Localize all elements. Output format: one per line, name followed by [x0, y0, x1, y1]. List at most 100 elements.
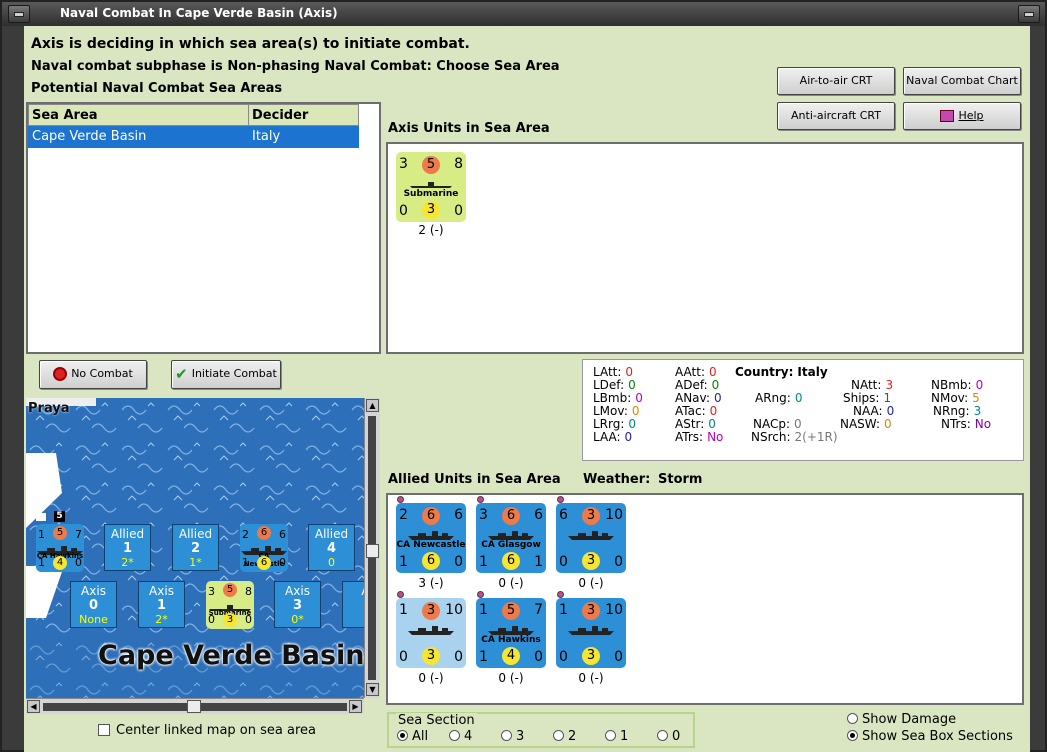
show-sections-label: Show Sea Box Sections [862, 729, 1013, 744]
show-sea-box-sections-radio[interactable]: Show Sea Box Sections [847, 729, 1013, 744]
decider-cell[interactable]: Italy [248, 125, 359, 148]
sea-box-section[interactable]: Axis 1 2* [138, 581, 185, 628]
sea-section-radio[interactable]: 4 [449, 729, 472, 744]
sea-name-label: Cape Verde Basin [98, 640, 364, 671]
sea-section-option-label: 3 [516, 729, 525, 744]
sea-section-radio[interactable]: 2 [553, 729, 576, 744]
ship-silhouette [566, 527, 616, 540]
unit-counter[interactable]: 1 5 7 CA Hawkins 1 4 0 [476, 598, 546, 668]
help-button[interactable]: Help [903, 102, 1021, 130]
sea-box-number: 1 [122, 541, 133, 556]
checkmark-icon: ✔ [175, 365, 188, 383]
sea-box-section[interactable]: A [342, 581, 364, 628]
sea-area-column-header[interactable]: Sea Area [28, 104, 249, 126]
unit-counter[interactable]: 266CA Newcastle160 [240, 524, 288, 572]
unit-status: 0 (-) [498, 671, 524, 685]
sea-box-number: 2 [190, 541, 201, 556]
stat-value: 0 [884, 417, 892, 431]
unit-counter[interactable]: 1 5 7 CA Hawkins 1 4 0 [36, 524, 84, 572]
move-value: 6 [422, 507, 440, 525]
sea-box-section[interactable]: Allied 4 0 [308, 524, 355, 571]
unit-counter[interactable]: 266CA Newcastle160 [396, 503, 466, 573]
show-damage-radio[interactable]: Show Damage [847, 712, 956, 727]
defense-value: 6 [422, 552, 440, 570]
scroll-up-icon[interactable]: ▲ [366, 399, 379, 412]
map-horizontal-scrollbar[interactable]: ◀ ▶ [26, 698, 364, 714]
sea-area-list[interactable]: Sea Area Decider Cape Verde Basin Italy [26, 102, 381, 354]
range-value: 6 [279, 528, 286, 541]
scroll-left-icon[interactable]: ◀ [27, 700, 40, 713]
weather-value: Storm [658, 472, 703, 487]
center-linked-label: Center linked map on sea area [116, 723, 316, 738]
asw-value: 0 [245, 613, 252, 626]
attack-value: 3 [208, 585, 215, 598]
flag-icon [36, 513, 46, 521]
title-bar[interactable]: Naval Combat In Cape Verde Basin (Axis) [2, 2, 1045, 26]
warship-icon [568, 626, 614, 635]
unit-status: 2 (-) [418, 223, 444, 237]
sea-section-radio[interactable]: 0 [657, 729, 680, 744]
show-damage-label: Show Damage [862, 712, 957, 727]
restore-glyph-icon [1024, 12, 1034, 17]
unit-name: Submarine [403, 189, 459, 199]
unit-counter[interactable]: 6 3 10 0 3 0 [556, 503, 626, 573]
table-row[interactable]: Cape Verde Basin Italy [28, 125, 359, 148]
stat-label: NACp: [753, 417, 791, 431]
no-combat-label: No Combat [71, 367, 133, 380]
stat-item: LAA: 0 [593, 431, 632, 444]
unit-counter[interactable]: 1 3 10 0 3 0 [556, 598, 626, 668]
move-value: 5 [502, 602, 520, 620]
damage-marker-icon [477, 591, 484, 598]
range-value: 10 [605, 602, 623, 618]
initiate-combat-button[interactable]: ✔ Initiate Combat [171, 360, 281, 389]
unit-counter[interactable]: 358Submarine030 [396, 152, 466, 222]
sea-box-section[interactable]: Allied 2 1* [172, 524, 219, 571]
country-label-text: Country: [735, 365, 794, 379]
decider-column-header[interactable]: Decider [248, 104, 359, 126]
anti-aircraft-crt-button[interactable]: Anti-aircraft CRT [777, 102, 895, 130]
unit-counter[interactable]: 3 6 6 CA Glasgow 1 6 1 [476, 503, 546, 573]
unit-counter[interactable]: 358Submarine030 [206, 581, 254, 629]
aa-value: 1 [38, 556, 45, 569]
scroll-down-icon[interactable]: ▼ [366, 683, 379, 696]
weather-label: Weather: [583, 472, 651, 487]
unit-counter[interactable]: 1 3 10 0 3 0 [396, 598, 466, 668]
air-to-air-crt-button[interactable]: Air-to-air CRT [777, 67, 895, 95]
stat-label: NRng: [933, 404, 970, 418]
range-value: 8 [245, 585, 252, 598]
sea-section-radio[interactable]: 1 [605, 729, 628, 744]
system-menu-button[interactable] [8, 5, 30, 23]
stat-label: LMov: [593, 404, 628, 418]
sea-area-cell[interactable]: Cape Verde Basin [28, 125, 249, 148]
stat-label: ADef: [675, 378, 708, 392]
sea-box-side: Axis [285, 584, 310, 598]
scroll-right-icon[interactable]: ▶ [349, 700, 362, 713]
sea-box-section[interactable]: Axis 0 None [70, 581, 117, 628]
map-vertical-scrollbar[interactable]: ▲ ▼ [364, 398, 380, 698]
horizontal-scroll-thumb[interactable] [187, 700, 201, 713]
sea-section-radio[interactable]: 3 [501, 729, 524, 744]
damage-marker-icon [397, 496, 404, 503]
stack-count: 5 [54, 511, 65, 522]
no-combat-button[interactable]: No Combat [39, 360, 147, 389]
sea-section-radio[interactable]: All [397, 729, 428, 744]
center-linked-checkbox[interactable] [98, 724, 110, 736]
sea-box-section[interactable]: Axis 3 0* [274, 581, 321, 628]
asw-value: 0 [614, 649, 623, 665]
stat-item: ATrs: No [675, 431, 723, 444]
stat-item: ARng: 0 [755, 392, 802, 405]
sea-area-map[interactable]: Praya 5 1 5 7 CA Hawkins 1 4 0 Allied 1 2* Allied 2… [26, 398, 364, 698]
naval-combat-chart-button[interactable]: Naval Combat Chart [903, 67, 1021, 95]
aa-value: 0 [399, 649, 408, 665]
sea-box-section[interactable]: Allied 1 2* [104, 524, 151, 571]
move-value: 5 [422, 156, 440, 174]
sea-box-units: 0* [291, 613, 304, 626]
move-value: 5 [53, 526, 67, 540]
sea-area-header-row: Sea Area Decider [28, 104, 359, 126]
radio-dot-icon [397, 730, 408, 741]
sea-box-units: 2* [155, 613, 168, 626]
scroll-thumb[interactable] [366, 544, 379, 558]
sea-box-side: Axis [149, 584, 174, 598]
country-label: Country: Italy [735, 366, 828, 379]
window-menu-button[interactable] [1018, 5, 1040, 23]
